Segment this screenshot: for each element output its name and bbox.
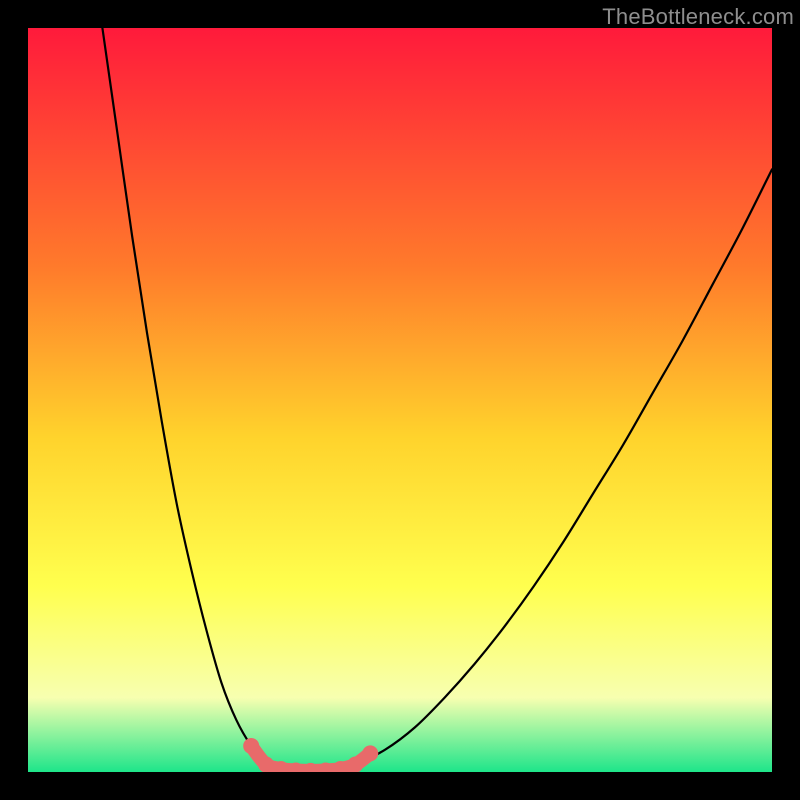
chart-frame: TheBottleneck.com [0, 0, 800, 800]
chart-plot-area [28, 28, 772, 772]
watermark-text: TheBottleneck.com [602, 4, 794, 30]
valley-marker-dot [258, 757, 274, 772]
chart-background-gradient [28, 28, 772, 772]
chart-svg [28, 28, 772, 772]
valley-marker-dot [362, 745, 378, 761]
valley-marker-dot [243, 738, 259, 754]
valley-marker-dot [347, 757, 363, 772]
